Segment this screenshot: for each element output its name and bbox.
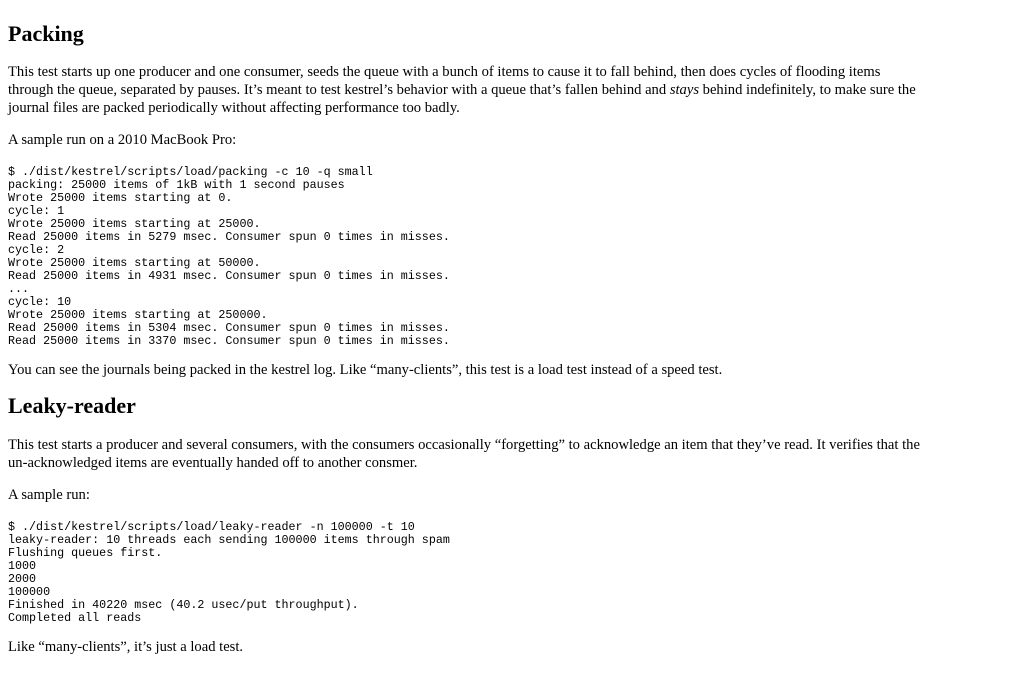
leaky-reader-outro-paragraph: Like “many-clients”, it’s just a load te… [8,639,244,655]
code-line: ... [8,282,30,296]
packing-code-block: $ ./dist/kestrel/scripts/load/packing -c… [8,166,1016,348]
code-line: Completed all reads [8,611,142,625]
packing-sample-label: A sample run on a 2010 MacBook Pro: [8,132,237,148]
code-line: Read 25000 items in 5279 msec. Consumer … [8,230,450,244]
leaky-reader-intro-paragraph: This test starts a producer and several … [8,436,1016,472]
packing-intro-paragraph: This test starts up one producer and one… [8,63,1016,117]
code-line: Read 25000 items in 3370 msec. Consumer … [8,334,450,348]
code-line: Finished in 40220 msec (40.2 usec/put th… [8,598,359,612]
leaky-reader-heading: Leaky-reader [8,393,136,418]
code-line: Read 25000 items in 4931 msec. Consumer … [8,269,450,283]
packing-intro-emphasis: stays [669,82,699,98]
leaky-reader-code-block: $ ./dist/kestrel/scripts/load/leaky-read… [8,521,1016,625]
code-line: Flushing queues first. [8,546,163,560]
packing-intro-line-2: through the queue, separated by pauses. … [8,81,1016,99]
leaky-reader-sample-label: A sample run: [8,487,90,503]
packing-section: Packing This test starts up one producer… [8,0,1016,379]
leaky-reader-section: Leaky-reader This test starts a producer… [8,393,1016,656]
code-line: 2000 [8,572,37,586]
code-line: 1000 [8,559,37,573]
leaky-intro-line-2: un-acknowledged items are eventually han… [8,455,418,471]
packing-intro-line-3: journal files are packed periodically wi… [8,100,460,116]
leaky-intro-line-1: This test starts a producer and several … [8,437,920,453]
packing-intro-line-2-text: through the queue, separated by pauses. … [8,82,670,98]
packing-intro-line-1: This test starts up one producer and one… [8,64,881,80]
packing-intro-line-2-tail: behind indefinitely, to make sure the [699,82,916,98]
packing-heading: Packing [8,21,84,46]
packing-outro-paragraph: You can see the journals being packed in… [8,362,723,378]
code-line: Wrote 25000 items starting at 0. [8,191,233,205]
document-page: Packing This test starts up one producer… [0,0,1024,656]
